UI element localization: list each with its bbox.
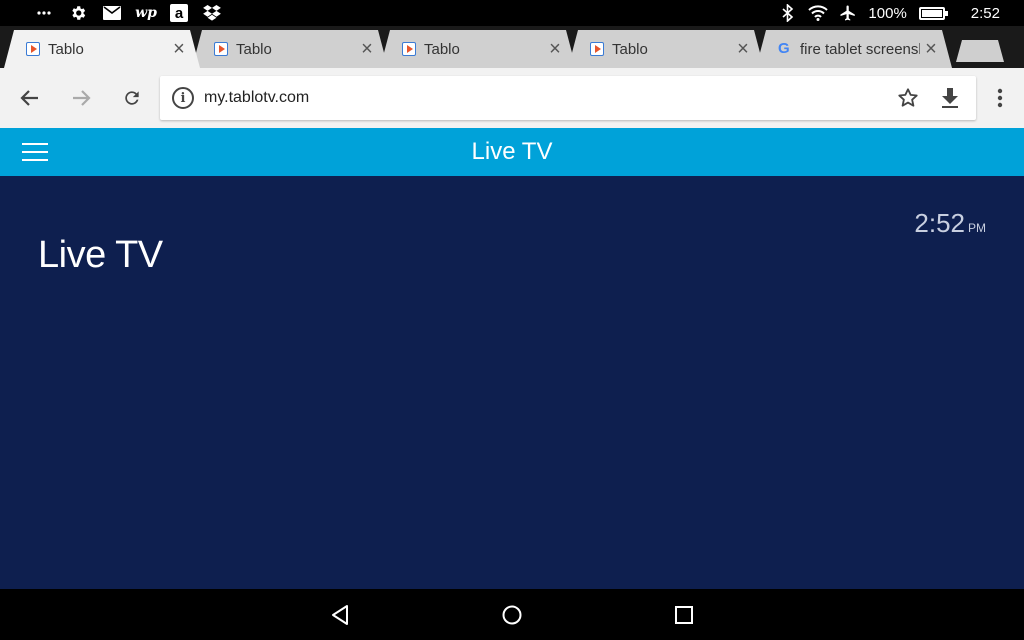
tab-title: Tablo	[424, 40, 460, 58]
tab-title: Tablo	[612, 40, 648, 58]
tab-tablo-1[interactable]: Tablo ×	[4, 30, 200, 68]
close-icon[interactable]: ×	[732, 39, 754, 59]
site-header: Live TV	[0, 128, 1024, 176]
info-icon[interactable]: i	[172, 87, 194, 109]
close-icon[interactable]: ×	[356, 39, 378, 59]
browser-toolbar: i my.tablotv.com	[0, 68, 1024, 128]
arrow-right-icon	[73, 90, 91, 106]
more-vertical-icon	[997, 88, 1003, 108]
gear-icon[interactable]	[68, 3, 88, 23]
download-icon[interactable]	[934, 82, 966, 114]
page-title: Live TV	[38, 234, 163, 276]
tab-strip: Tablo × Tablo × Tablo × Tablo × G fire t…	[0, 26, 1024, 68]
airplane-icon	[838, 3, 858, 23]
wifi-icon	[808, 3, 829, 23]
close-icon[interactable]: ×	[168, 39, 190, 59]
status-right: 100% 2:52	[778, 0, 1000, 26]
back-button[interactable]	[14, 82, 46, 114]
tablo-icon	[26, 42, 40, 56]
tablo-icon	[214, 42, 228, 56]
status-left: wp a	[34, 0, 222, 26]
tab-title: Tablo	[236, 40, 272, 58]
arrow-left-icon	[20, 90, 38, 106]
forward-button[interactable]	[65, 82, 97, 114]
menu-button[interactable]	[984, 82, 1016, 114]
close-icon[interactable]: ×	[920, 39, 942, 59]
tab-tablo-3[interactable]: Tablo ×	[380, 30, 576, 68]
tab-tablo-4[interactable]: Tablo ×	[568, 30, 764, 68]
tab-title: fire tablet screenshot	[800, 40, 920, 58]
dropbox-icon[interactable]	[202, 3, 222, 23]
time-ampm: PM	[968, 221, 986, 235]
tab-title: Tablo	[48, 40, 84, 58]
header-title: Live TV	[471, 138, 553, 165]
url-text[interactable]: my.tablotv.com	[204, 89, 892, 107]
status-clock: 2:52	[970, 4, 1000, 22]
back-nav-icon[interactable]	[326, 601, 354, 629]
reload-button[interactable]	[116, 82, 148, 114]
recents-nav-icon[interactable]	[670, 601, 698, 629]
current-time: 2:52 PM	[914, 208, 986, 239]
mail-icon[interactable]	[102, 3, 122, 23]
tab-tablo-2[interactable]: Tablo ×	[192, 30, 388, 68]
amazon-icon[interactable]: a	[170, 4, 188, 22]
bluetooth-icon	[778, 3, 798, 23]
battery-fill	[921, 9, 942, 17]
close-icon[interactable]: ×	[544, 39, 566, 59]
google-icon: G	[778, 40, 790, 57]
navigation-bar	[0, 589, 1024, 640]
tablo-icon	[402, 42, 416, 56]
status-bar: wp a 100% 2:52	[0, 0, 1024, 26]
battery-percent: 100%	[868, 4, 907, 22]
battery-icon	[918, 6, 948, 20]
address-bar[interactable]: i my.tablotv.com	[160, 76, 976, 120]
time-value: 2:52	[914, 208, 965, 238]
main-content: Live TV 2:52 PM	[0, 176, 1024, 589]
home-nav-icon[interactable]	[498, 601, 526, 629]
washington-post-icon[interactable]: wp	[135, 3, 157, 23]
star-icon[interactable]	[892, 82, 924, 114]
reload-icon	[125, 91, 139, 105]
tablo-icon	[590, 42, 604, 56]
tab-google-search[interactable]: G fire tablet screenshot ×	[756, 30, 952, 68]
new-tab-button[interactable]	[956, 40, 1004, 62]
more-icon[interactable]	[34, 3, 54, 23]
